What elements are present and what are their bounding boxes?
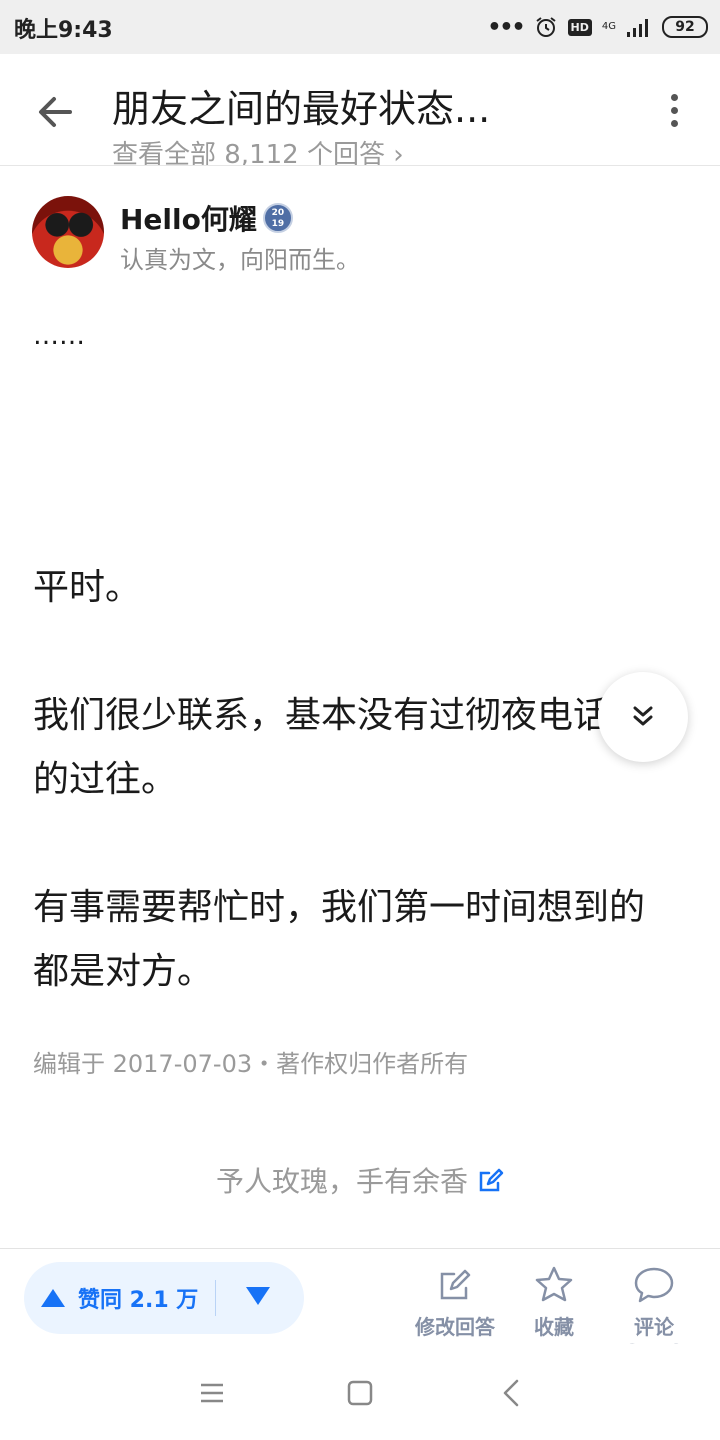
star-icon [535,1266,573,1302]
battery-indicator: 92 [662,16,708,38]
app-header: 朋友之间的最好状态... 查看全部 8,112 个回答 › [0,54,720,166]
network-label: 4G [601,21,616,32]
system-nav-bar [0,1344,720,1440]
content-paragraph: 有事需要帮忙时，我们第一时间想到的都是对方。 [33,887,646,992]
comment-icon [634,1267,674,1303]
triangle-down-icon [246,1287,270,1305]
next-answer-button[interactable] [598,672,688,762]
author-name: Hello何耀 [120,203,257,236]
double-chevron-down-icon [633,706,653,726]
edit-icon [479,1168,504,1192]
triangle-up-icon [41,1289,65,1307]
status-bar: 晚上9:43 ••• HD 4G 92 [0,0,720,54]
favorite-button[interactable]: 收藏 [524,1265,584,1340]
edit-answer-label: 修改回答 [415,1315,495,1339]
signal-icon [627,19,648,37]
view-all-answers-link[interactable]: 查看全部 8,112 个回答 › [112,134,404,165]
author-info[interactable]: Hello何耀 20 19 认真为文，向阳而生。 [32,196,692,276]
edit-icon [440,1269,471,1300]
avatar[interactable] [32,196,104,268]
menu-icon[interactable] [197,1378,227,1408]
hd-badge: HD [567,18,592,36]
more-dots-icon: ••• [487,14,525,40]
author-name-row[interactable]: Hello何耀 20 19 [120,198,293,238]
footer-note-text: 予人玫瑰，手有余香 [215,1165,468,1198]
downvote-button[interactable] [244,1284,272,1312]
content-ellipsis: …… [33,321,85,351]
badge-2019-icon: 20 19 [262,203,293,233]
favorite-label: 收藏 [534,1315,574,1339]
upvote-button[interactable]: 赞同 2.1 万 [40,1262,198,1334]
more-vertical-icon[interactable] [664,94,684,134]
status-icons: ••• HD 4G 92 [487,12,708,42]
edit-answer-button[interactable]: 修改回答 [412,1265,498,1340]
author-bio: 认真为文，向阳而生。 [120,246,360,274]
back-chevron-icon[interactable] [497,1378,527,1408]
content-paragraph: 我们很少联系，基本没有过彻夜电话粥的过往。 [33,695,646,800]
footer-note[interactable]: 予人玫瑰，手有余香 [0,1160,720,1200]
alarm-icon [535,17,556,37]
edit-meta: 编辑于 2017-07-03・著作权归作者所有 [33,1050,469,1078]
action-bar: 赞同 2.1 万 修改回答 收藏 评论 3576 [0,1248,720,1364]
upvote-label: 赞同 2.1 万 [78,1288,199,1313]
home-square-icon[interactable] [345,1378,375,1408]
back-button[interactable] [34,90,78,134]
vote-divider [215,1280,216,1316]
status-time: 晚上9:43 [14,18,113,43]
back-arrow-icon [39,97,72,127]
question-title[interactable]: 朋友之间的最好状态... [112,78,490,133]
content-paragraph: 平时。 [33,567,142,608]
vote-pill: 赞同 2.1 万 [24,1262,304,1334]
